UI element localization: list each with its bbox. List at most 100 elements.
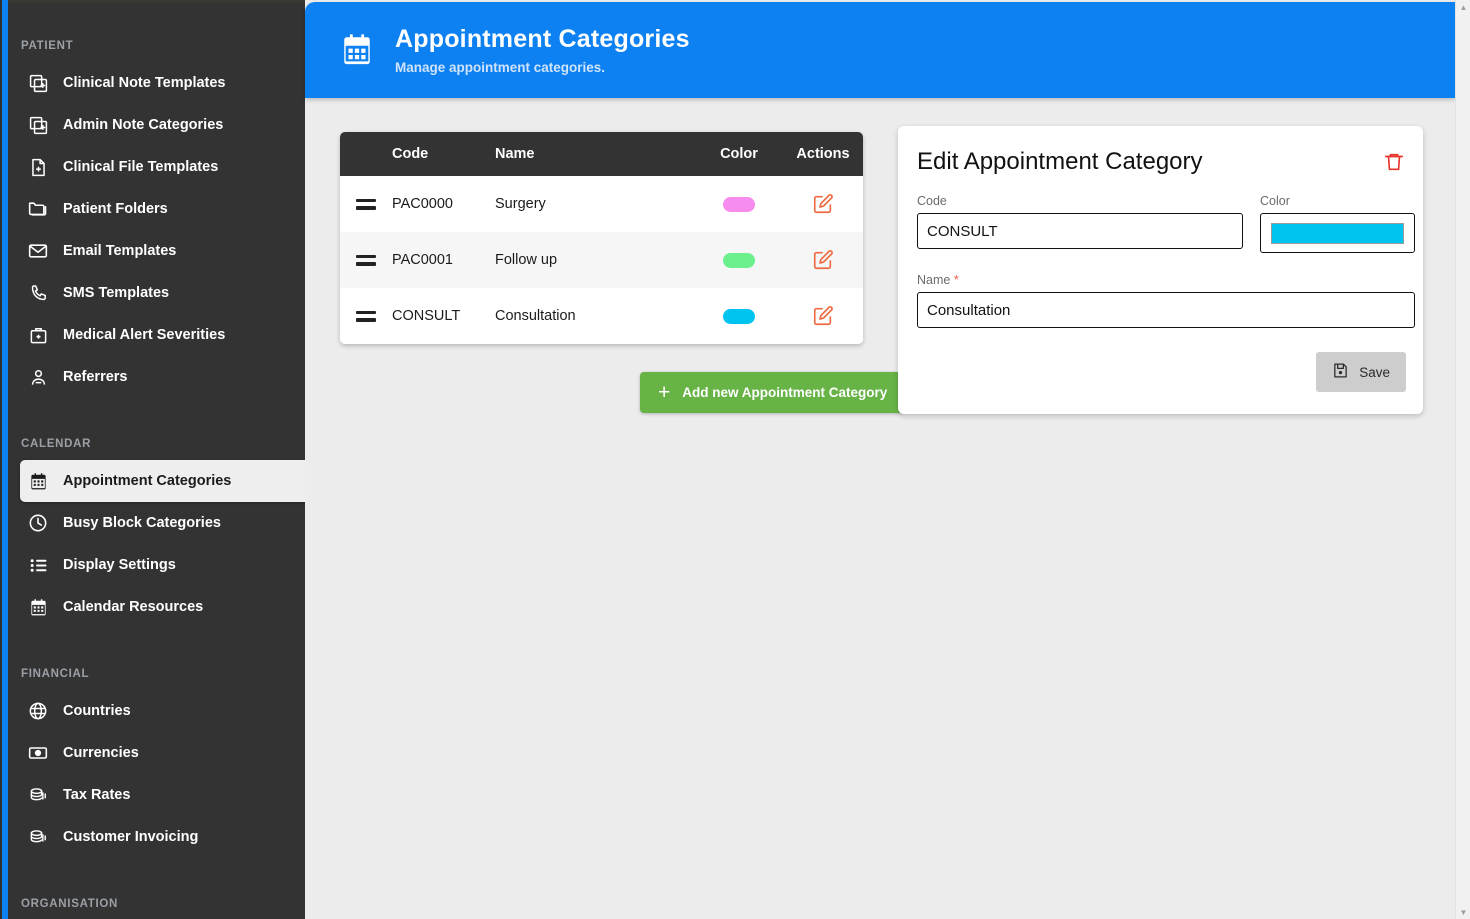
sidebar-top-shade (8, 0, 305, 3)
edit-icon[interactable] (783, 193, 863, 215)
code-field-label: Code (917, 194, 947, 208)
name-input[interactable] (917, 292, 1415, 328)
person-icon (21, 368, 55, 387)
row-code: CONSULT (392, 308, 461, 324)
edit-panel-title: Edit Appointment Category (917, 148, 1203, 175)
clock-icon (21, 513, 55, 533)
row-drag-cell (340, 176, 392, 232)
edit-icon[interactable] (783, 249, 863, 271)
column-header-actions: Actions (783, 132, 863, 176)
table-header-row: Code Name Color Actions (340, 132, 863, 176)
trash-icon[interactable] (1383, 150, 1405, 179)
sidebar-item-customer-invoicing[interactable]: Customer Invoicing (8, 816, 305, 858)
sidebar-item-calendar-resources[interactable]: Calendar Resources (8, 586, 305, 628)
sidebar: PATIENT Clinical Note Templates Admin Note… (8, 0, 305, 919)
page-title: Appointment Categories (395, 25, 690, 53)
row-name: Surgery (495, 196, 546, 212)
row-actions-cell (783, 232, 863, 288)
sidebar-group-label-calendar: CALENDAR (21, 438, 92, 450)
coins-icon (21, 786, 55, 805)
scroll-up-arrow[interactable]: ▲ (1456, 0, 1470, 14)
vertical-scrollbar[interactable]: ▲ ▼ (1455, 0, 1470, 919)
sidebar-item-label: Medical Alert Severities (63, 327, 226, 343)
app-root: PATIENT Clinical Note Templates Admin Note… (0, 0, 1470, 919)
sidebar-item-label: Customer Invoicing (63, 829, 199, 845)
folder-icon (21, 199, 55, 219)
row-code: PAC0001 (392, 252, 453, 268)
sidebar-item-clinical-file-templates[interactable]: Clinical File Templates (8, 146, 305, 188)
drag-handle-icon[interactable] (340, 254, 392, 266)
sidebar-item-admin-note-categories[interactable]: Admin Note Categories (8, 104, 305, 146)
row-name: Follow up (495, 252, 558, 268)
column-header-handle (340, 132, 392, 176)
phone-icon (21, 284, 55, 303)
color-swatch (1271, 222, 1404, 244)
coins-icon (21, 828, 55, 847)
note-add-icon (21, 74, 55, 93)
calendar-icon (21, 598, 55, 617)
categories-table-card: Code Name Color Actions PAC0000 Surgery PA… (340, 132, 863, 344)
add-button-label: Add new Appointment Category (682, 385, 888, 400)
code-input[interactable] (917, 213, 1243, 249)
plus-icon: + (658, 381, 671, 404)
sidebar-item-label: SMS Templates (63, 285, 170, 301)
sidebar-item-label: Countries (63, 703, 131, 719)
add-appointment-category-button[interactable]: + Add new Appointment Category (640, 372, 906, 413)
file-add-icon (21, 158, 55, 177)
save-button-label: Save (1359, 364, 1390, 380)
save-button[interactable]: Save (1316, 352, 1406, 392)
drag-handle-icon[interactable] (340, 310, 392, 322)
row-drag-cell (340, 232, 392, 288)
edit-appointment-category-panel: Edit Appointment Category Code Color Nam… (898, 126, 1423, 414)
column-header-color: Color (695, 132, 783, 176)
color-field-group: Color (1260, 194, 1415, 253)
row-name: Consultation (495, 308, 576, 324)
table-body: PAC0000 Surgery PAC0001 Follow up CONSULT Con… (340, 176, 863, 344)
sidebar-item-label: Tax Rates (63, 787, 131, 803)
table-row: CONSULT Consultation (340, 288, 863, 344)
drag-handle-icon[interactable] (340, 198, 392, 210)
sidebar-item-referrers[interactable]: Referrers (8, 356, 305, 398)
sidebar-item-busy-block-categories[interactable]: Busy Block Categories (8, 502, 305, 544)
sidebar-item-sms-templates[interactable]: SMS Templates (8, 272, 305, 314)
color-swatch (723, 252, 755, 268)
sidebar-item-medical-alert-severities[interactable]: Medical Alert Severities (8, 314, 305, 356)
sidebar-item-label: Calendar Resources (63, 599, 204, 615)
color-picker-input[interactable] (1260, 213, 1415, 253)
sidebar-item-tax-rates[interactable]: Tax Rates (8, 774, 305, 816)
main-content: Appointment Categories Manage appointmen… (305, 0, 1455, 919)
page-header: Appointment Categories Manage appointmen… (305, 2, 1455, 98)
name-label-text: Name (917, 273, 951, 287)
list-icon (21, 556, 55, 575)
row-color-cell (695, 232, 783, 288)
table-header: Code Name Color Actions (340, 132, 863, 176)
sidebar-group-label-organisation: ORGANISATION (21, 898, 118, 910)
sidebar-item-label: Admin Note Categories (63, 117, 224, 133)
required-marker: * (953, 273, 959, 287)
table-row: PAC0000 Surgery (340, 176, 863, 232)
sidebar-item-email-templates[interactable]: Email Templates (8, 230, 305, 272)
sidebar-item-clinical-note-templates[interactable]: Clinical Note Templates (8, 62, 305, 104)
row-actions-cell (783, 288, 863, 344)
sidebar-item-display-settings[interactable]: Display Settings (8, 544, 305, 586)
sidebar-group-label-patient: PATIENT (21, 40, 74, 52)
scroll-down-arrow[interactable]: ▼ (1456, 905, 1470, 919)
envelope-icon (21, 241, 55, 261)
sidebar-item-countries[interactable]: Countries (8, 690, 305, 732)
sidebar-item-label: Currencies (63, 745, 139, 761)
sidebar-item-patient-folders[interactable]: Patient Folders (8, 188, 305, 230)
sidebar-item-appointment-categories[interactable]: Appointment Categories (20, 460, 305, 502)
row-color-cell (695, 288, 783, 344)
note-add-icon (21, 116, 55, 135)
edit-icon[interactable] (783, 305, 863, 327)
sidebar-item-label: Display Settings (63, 557, 176, 573)
calendar-icon (327, 33, 387, 67)
sidebar-item-currencies[interactable]: Currencies (8, 732, 305, 774)
sidebar-item-label: Email Templates (63, 243, 177, 259)
page-header-text: Appointment Categories Manage appointmen… (395, 25, 690, 75)
